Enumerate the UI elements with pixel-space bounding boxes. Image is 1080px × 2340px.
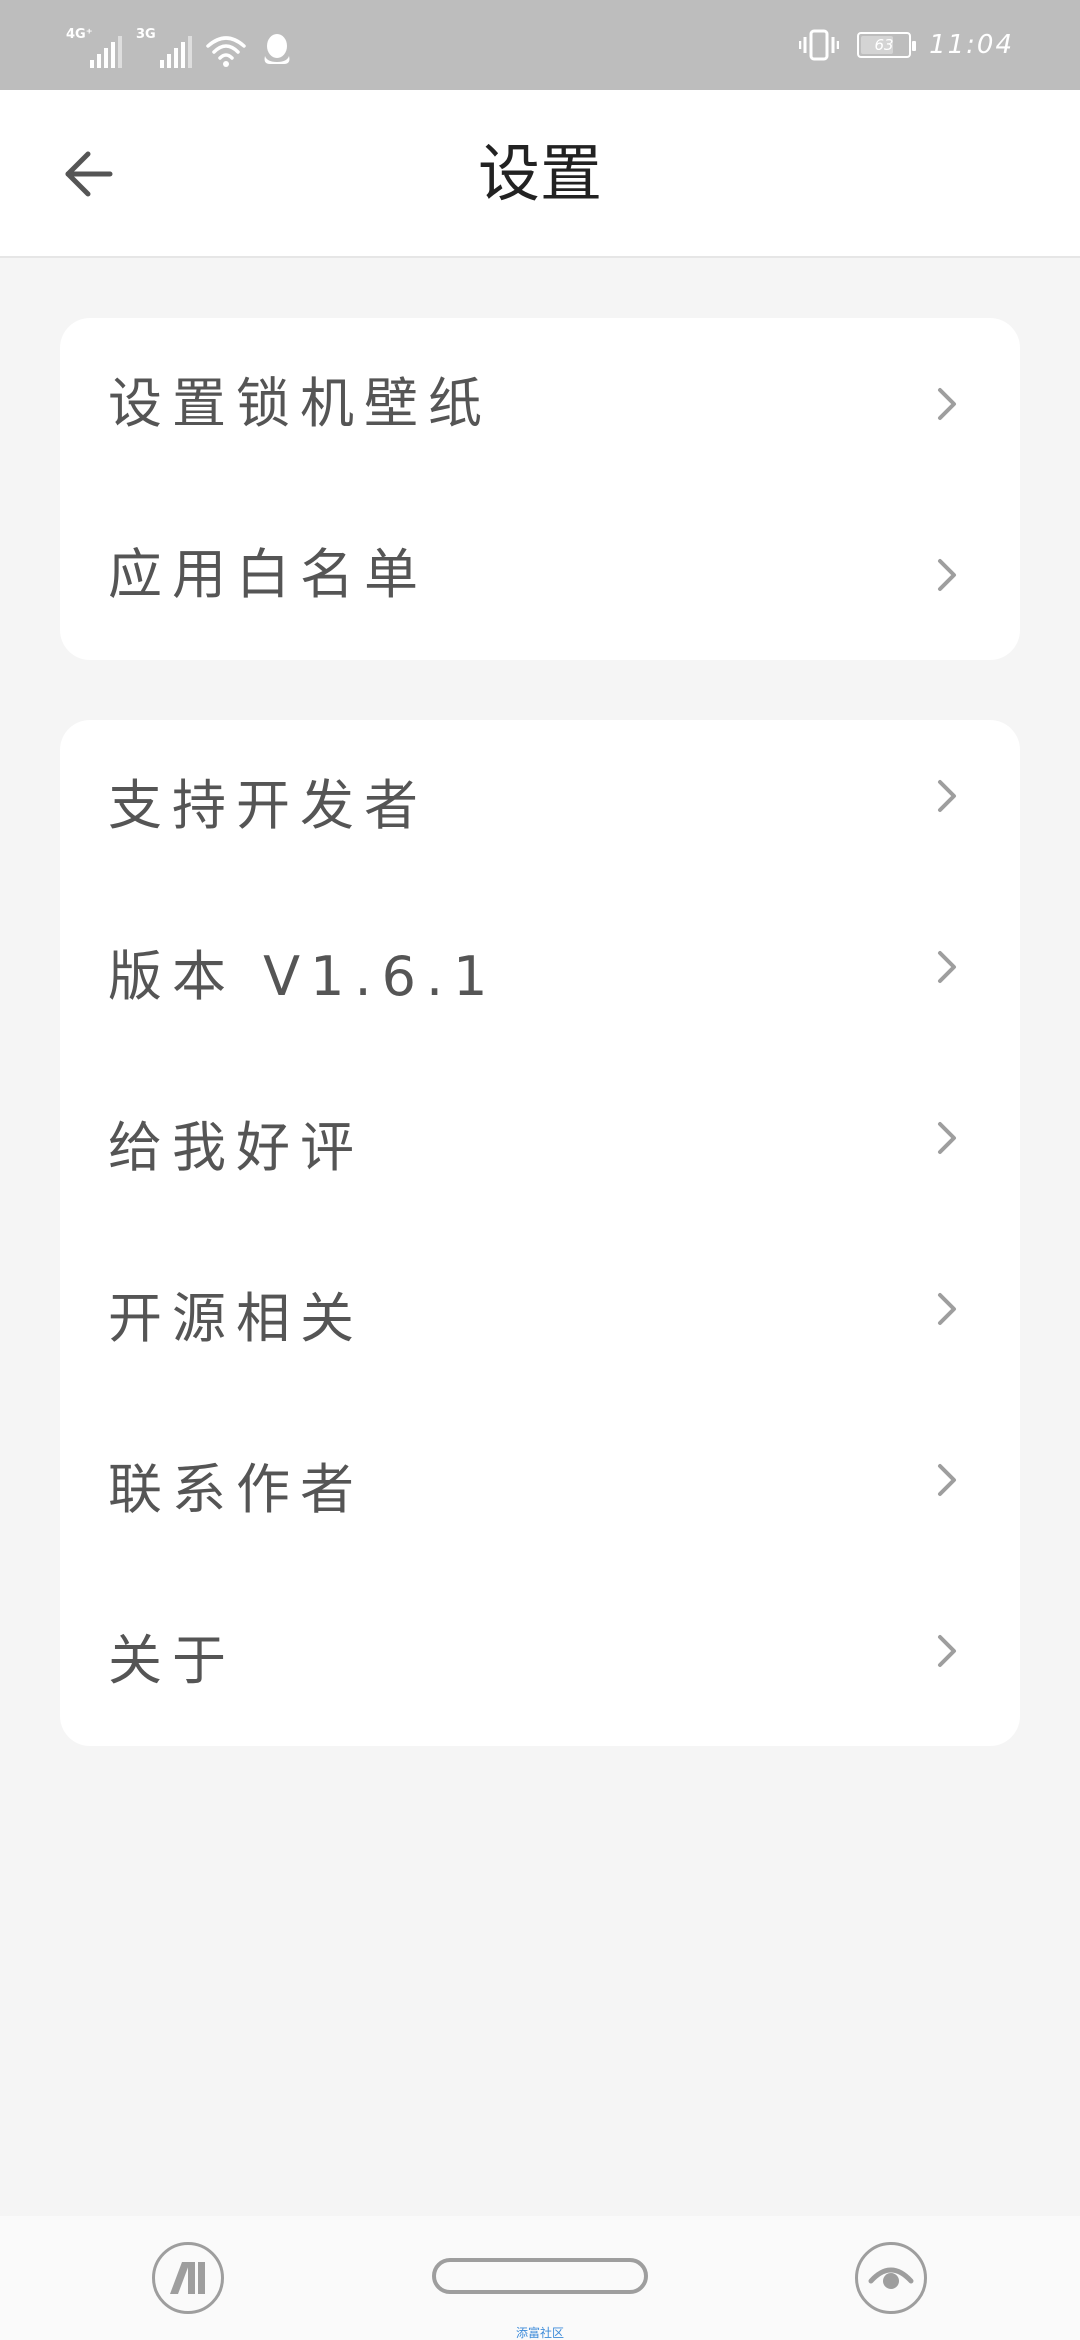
nav-app-button[interactable]: [152, 2242, 224, 2314]
settings-item-label: 给我好评: [108, 1116, 364, 1179]
settings-item-version[interactable]: 版本 V1.6.1: [60, 891, 1020, 1062]
app-logo-icon: [170, 2262, 205, 2294]
qq-icon: [264, 34, 290, 64]
chevron-right-icon: [938, 388, 956, 420]
system-nav-bar: 添富社区: [0, 2216, 1080, 2340]
settings-item-support-developer[interactable]: 支持开发者: [60, 720, 1020, 891]
settings-item-label: 开源相关: [108, 1287, 364, 1350]
chevron-right-icon: [938, 559, 956, 591]
settings-item-label: 版本 V1.6.1: [108, 945, 498, 1008]
network-type-1: 4G⁺: [66, 27, 93, 42]
network-type-2: 3G: [136, 27, 156, 42]
signal-icon: 4G⁺: [66, 28, 122, 68]
home-pill-button[interactable]: [432, 2258, 648, 2294]
watermark-text: 添富社区: [515, 2326, 564, 2340]
chevron-right-icon: [938, 1122, 956, 1154]
settings-item-app-whitelist[interactable]: 应用白名单: [60, 489, 1020, 660]
battery-level: 63: [874, 36, 894, 54]
app-bar: 设置: [0, 90, 1080, 258]
page-title: 设置: [477, 137, 602, 210]
eye-icon: [868, 2267, 914, 2289]
settings-group-1: 设置锁机壁纸 应用白名单: [60, 318, 1020, 660]
settings-item-label: 关于: [108, 1629, 236, 1692]
signal-icon-2: 3G: [136, 28, 192, 68]
nav-eye-button[interactable]: [855, 2242, 927, 2314]
status-bar: 4G⁺ 3G 63 11:04: [0, 0, 1080, 90]
settings-item-label: 设置锁机壁纸: [108, 372, 492, 435]
wifi-icon: [206, 36, 246, 67]
settings-item-lock-wallpaper[interactable]: 设置锁机壁纸: [60, 318, 1020, 489]
status-left: 4G⁺ 3G: [66, 22, 294, 68]
status-time: 11:04: [929, 30, 1014, 60]
settings-item-label: 应用白名单: [108, 543, 428, 606]
settings-item-label: 支持开发者: [108, 774, 428, 837]
settings-group-2: 支持开发者 版本 V1.6.1 给我好评 开源相关 联系作者 关于: [60, 720, 1020, 1746]
settings-item-contact-author[interactable]: 联系作者: [60, 1404, 1020, 1575]
settings-item-about[interactable]: 关于: [60, 1575, 1020, 1746]
vibrate-icon: [799, 29, 840, 61]
chevron-right-icon: [938, 1464, 956, 1496]
settings-item-label: 联系作者: [108, 1458, 364, 1521]
chevron-right-icon: [938, 1293, 956, 1325]
battery-icon: 63: [857, 32, 917, 58]
chevron-right-icon: [938, 1635, 956, 1667]
settings-item-rate-app[interactable]: 给我好评: [60, 1062, 1020, 1233]
status-right: 63 11:04: [799, 22, 1014, 68]
chevron-right-icon: [938, 780, 956, 812]
chevron-right-icon: [938, 951, 956, 983]
settings-item-open-source[interactable]: 开源相关: [60, 1233, 1020, 1404]
